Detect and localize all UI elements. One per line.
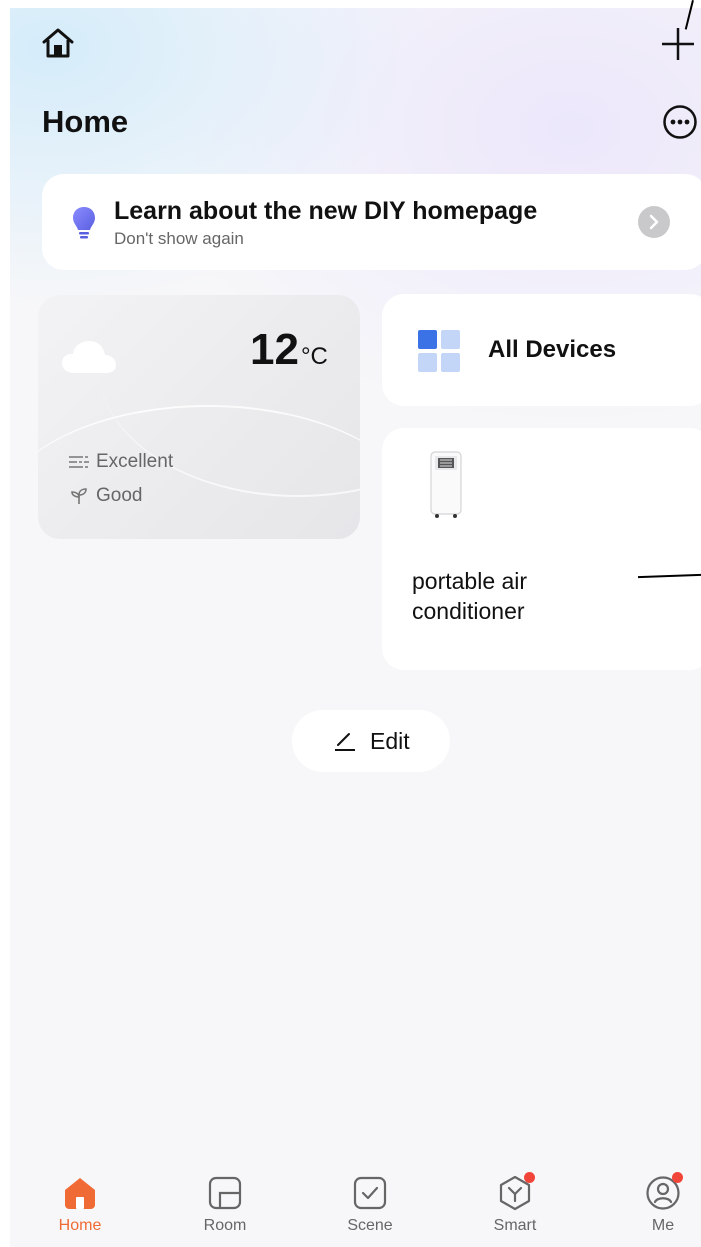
device-name: portable air conditioner <box>412 568 528 624</box>
tab-smart-label: Smart <box>493 1217 537 1234</box>
air-quality-icon <box>68 453 90 471</box>
banner-title: Learn about the new DIY homepage <box>114 197 538 225</box>
tab-scene[interactable]: Scene <box>325 1175 415 1235</box>
add-device-button[interactable] <box>658 24 698 64</box>
all-devices-label: All Devices <box>488 336 617 363</box>
air-conditioner-icon <box>428 450 464 520</box>
more-options-icon[interactable] <box>662 104 698 140</box>
temperature-value: 12°C <box>250 325 328 374</box>
tab-home-label: Home <box>58 1217 102 1234</box>
cloud-icon <box>60 337 118 377</box>
air-quality-row: Excellent <box>68 451 173 473</box>
home-switch-icon[interactable] <box>40 26 76 60</box>
profile-icon <box>645 1172 683 1211</box>
dont-show-again-link[interactable]: Don't show again <box>114 229 244 249</box>
devices-grid-icon <box>418 330 460 372</box>
smart-hexagon-icon <box>497 1172 535 1211</box>
page-title: Home <box>42 104 129 139</box>
app-screen: Home Learn about the new DIY homepage Do… <box>10 8 701 1247</box>
tab-me[interactable]: Me <box>618 1172 701 1235</box>
tab-home[interactable]: Home <box>35 1175 125 1235</box>
plant-row: Good <box>68 485 142 507</box>
edit-label: Edit <box>370 728 410 754</box>
chevron-right-icon[interactable] <box>638 206 670 238</box>
tab-me-label: Me <box>651 1217 675 1234</box>
tab-smart[interactable]: Smart <box>470 1172 560 1235</box>
all-devices-card[interactable]: All Devices <box>382 294 701 406</box>
pencil-icon <box>334 730 356 752</box>
home-tab-icon <box>62 1175 98 1211</box>
room-icon <box>207 1175 243 1211</box>
plant-label: Good <box>96 485 143 506</box>
device-card-portable-ac[interactable]: portable air conditioner <box>382 428 701 670</box>
temperature-unit: °C <box>300 343 328 370</box>
scene-checkbox-icon <box>352 1175 388 1211</box>
tab-room-label: Room <box>203 1217 247 1234</box>
air-quality-label: Excellent <box>96 451 174 472</box>
tab-scene-label: Scene <box>347 1217 393 1234</box>
bottom-tab-bar: Home Room Scene Smart Me <box>10 1165 701 1247</box>
smart-badge-dot <box>524 1172 535 1183</box>
lightbulb-icon <box>72 206 96 240</box>
tab-room[interactable]: Room <box>180 1175 270 1235</box>
edit-button[interactable]: Edit <box>292 710 450 772</box>
sprout-icon <box>68 487 90 505</box>
weather-card[interactable]: 12°C Excellent Good <box>38 295 360 539</box>
me-badge-dot <box>672 1172 683 1183</box>
diy-homepage-banner[interactable]: Learn about the new DIY homepage Don't s… <box>42 174 701 270</box>
